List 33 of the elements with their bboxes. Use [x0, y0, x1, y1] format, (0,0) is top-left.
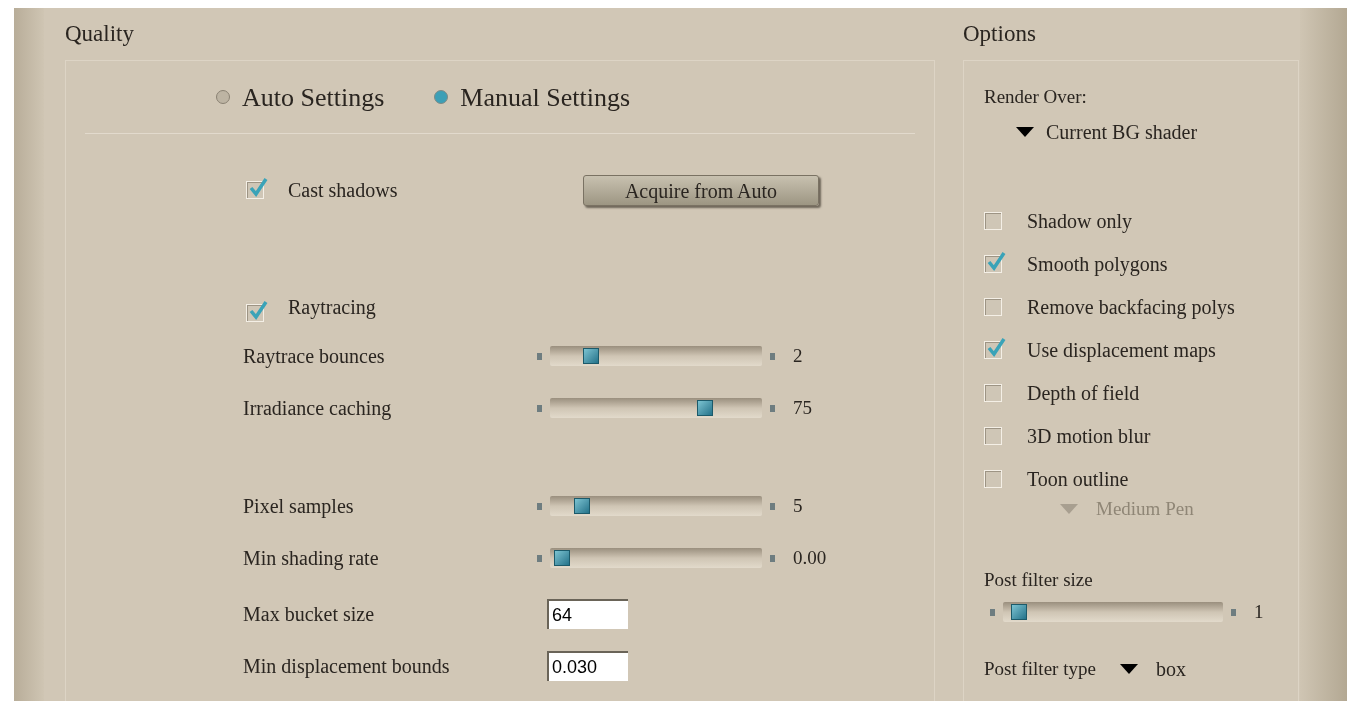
slider-label: Min shading rate [243, 546, 380, 572]
slider-label: Pixel samples [243, 494, 355, 520]
slider-value: 75 [793, 395, 812, 420]
checkbox-label: Remove backfacing polys [1027, 294, 1235, 321]
slider-value: 2 [793, 343, 803, 368]
dropdown-value: box [1155, 657, 1186, 682]
field-label: Max bucket size [243, 602, 376, 627]
radio-label: Manual Settings [460, 81, 630, 114]
slider-label: Irradiance caching [243, 396, 393, 422]
input-field[interactable]: 64 [547, 599, 628, 629]
dropdown-value: Current BG shader [1046, 120, 1198, 145]
section-title: Quality [65, 19, 134, 48]
input-field[interactable]: 0.030 [547, 651, 628, 681]
checkbox-label: 3D motion blur [1027, 423, 1151, 449]
dropdown-value: Medium Pen [1096, 496, 1194, 521]
slider-label: Post filter size [984, 567, 1093, 592]
slider-value: 5 [793, 493, 803, 518]
field-label: Min displacement bounds [243, 654, 451, 680]
acquire-button[interactable]: Acquire from Auto [583, 174, 819, 206]
slider-label: Raytrace bounces [243, 344, 386, 370]
checkbox-label: Smooth polygons [1027, 251, 1168, 278]
section-title: Options [963, 19, 1036, 48]
checkbox-label: Shadow only [1027, 208, 1132, 235]
checkbox-label: Cast shadows [288, 178, 399, 203]
dropdown-label: Post filter type [984, 656, 1096, 681]
checkbox-label: Toon outline [1027, 466, 1129, 492]
checkbox-label: Raytracing [288, 295, 376, 321]
slider-value: 1 [1254, 599, 1264, 624]
checkbox-label: Use displacement maps [1027, 337, 1216, 364]
checkbox-label: Depth of field [1027, 380, 1140, 407]
radio-label: Auto Settings [242, 81, 385, 114]
dropdown-label: Render Over: [984, 84, 1087, 109]
slider-value: 0.00 [793, 545, 827, 570]
